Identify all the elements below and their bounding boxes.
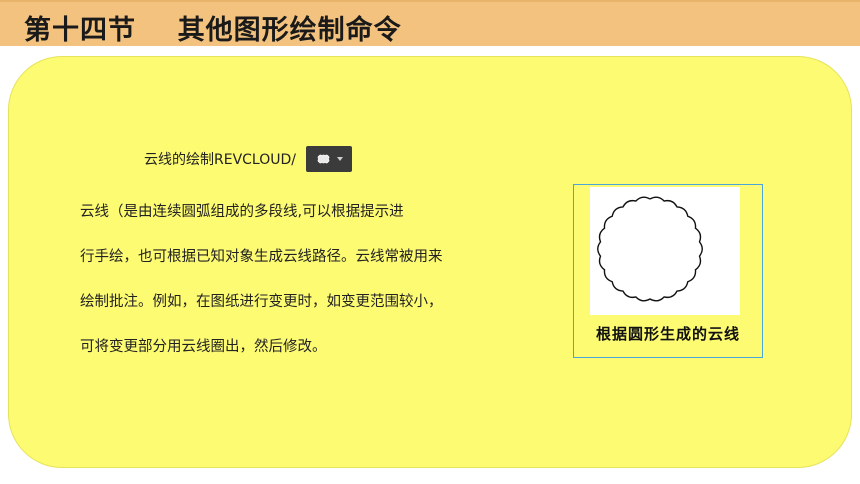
description-paragraph: 云线（是由连续圆弧组成的多段线,可以根据提示进 行手绘，也可根据已知对象生成云线… (80, 190, 550, 370)
revision-cloud-drawing (597, 196, 703, 302)
example-figure: 根据圆形生成的云线 (573, 184, 763, 358)
figure-image (590, 187, 740, 315)
section-heading: 云线的绘制REVCLOUD/ (144, 152, 296, 168)
revcloud-tool-icon (317, 154, 329, 164)
paragraph-line: 可将变更部分用云线圈出，然后修改。 (80, 339, 327, 355)
revcloud-tool-button[interactable] (306, 146, 352, 172)
paragraph-line: 绘制批注。例如，在图纸进行变更时，如变更范围较小， (80, 294, 443, 310)
section-heading-row: 云线的绘制REVCLOUD/ (144, 146, 352, 172)
chevron-down-icon[interactable] (336, 157, 343, 161)
title-bar: 第十四节 其他图形绘制命令 (0, 0, 860, 46)
figure-caption: 根据圆形生成的云线 (595, 325, 740, 343)
paragraph-line: 行手绘，也可根据已知对象生成云线路径。云线常被用来 (80, 249, 443, 265)
paragraph-line: 云线（是由连续圆弧组成的多段线,可以根据提示进 (80, 204, 404, 220)
page-title: 第十四节 其他图形绘制命令 (24, 15, 402, 46)
cloud-outline (597, 196, 703, 302)
